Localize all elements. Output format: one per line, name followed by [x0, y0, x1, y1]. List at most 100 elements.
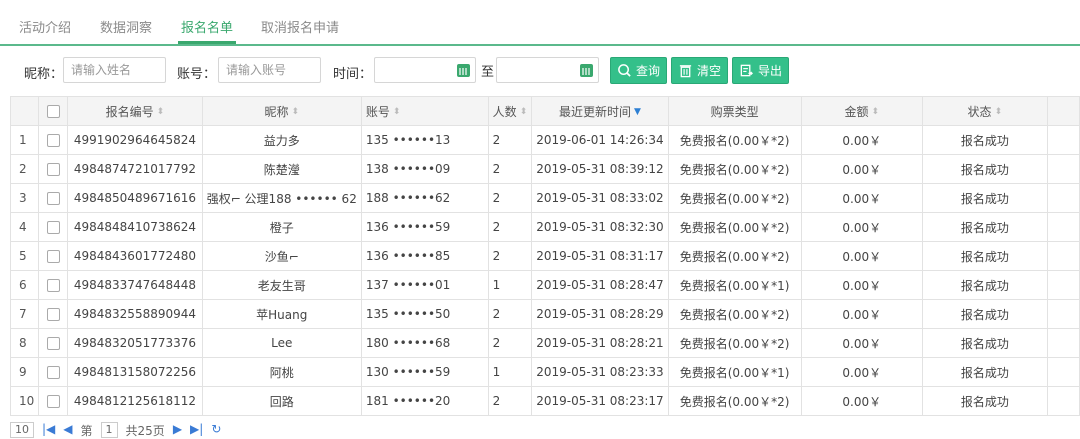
row-checkbox[interactable]	[46, 337, 60, 350]
column-header-count[interactable]: 人数 ⬍	[487, 96, 533, 126]
time-label: 时间：	[333, 67, 373, 82]
cell-nickname: 苹Huang	[201, 299, 362, 329]
table-row[interactable]: 5 4984843601772480 沙鱼⌐ 136 ••••••85 2 2019-05…	[9, 241, 1080, 271]
cell-nickname: 阿桃	[201, 357, 362, 387]
calendar-icon[interactable]	[457, 64, 470, 77]
sort-icon[interactable]: ⬍	[157, 107, 165, 117]
column-header-ticket-type[interactable]: 购票类型	[667, 96, 802, 126]
column-header-amount[interactable]: 金额 ⬍	[800, 96, 924, 126]
column-header-account[interactable]: 账号 ⬍	[360, 96, 489, 126]
cell-id: 4984848410738624	[67, 212, 203, 242]
row-checkbox-cell	[38, 357, 69, 387]
row-checkbox[interactable]	[46, 279, 60, 292]
tab-bar: 活动介绍 数据洞察 报名名单 取消报名申请	[0, 0, 1080, 46]
cell-nickname: 陈楚瀅	[201, 154, 362, 184]
sort-icon[interactable]: ⬍	[292, 107, 300, 117]
tab-data-insight[interactable]: 数据洞察	[100, 17, 152, 36]
cell-spacer	[1046, 212, 1080, 242]
column-header-updated-time[interactable]: 最近更新时间 ▼	[531, 96, 669, 126]
table-row[interactable]: 2 4984874721017792 陈楚瀅 138 ••••••09 2 2019-05…	[9, 154, 1080, 184]
cell-amount: 0.00￥	[800, 212, 924, 242]
row-checkbox-cell	[38, 328, 69, 358]
cell-count: 2	[487, 183, 533, 213]
cell-count: 1	[487, 270, 533, 300]
cell-spacer	[1046, 357, 1080, 387]
account-input[interactable]	[218, 57, 321, 83]
column-header-id[interactable]: 报名编号 ⬍	[67, 96, 203, 126]
row-checkbox[interactable]	[46, 192, 60, 205]
prev-page-icon[interactable]: ◀	[63, 422, 72, 436]
cell-count: 2	[487, 154, 533, 184]
first-page-icon[interactable]: |◀	[42, 422, 55, 436]
refresh-icon[interactable]: ↻	[211, 422, 221, 436]
cell-ticket-type: 免费报名(0.00￥*2)	[667, 386, 802, 416]
page-size-select[interactable]: 10	[10, 422, 34, 438]
export-button-label: 导出	[758, 64, 783, 78]
row-number: 8	[9, 328, 40, 358]
table-row[interactable]: 4 4984848410738624 橙子 136 ••••••59 2 2019-05-…	[9, 212, 1080, 242]
column-header-label: 状态	[967, 104, 992, 119]
table-row[interactable]: 8 4984832051773376 Lee 180 ••••••68 2 2019-05…	[9, 328, 1080, 358]
cell-account: 130 ••••••59	[360, 357, 489, 387]
clear-button[interactable]: 清空	[671, 57, 729, 84]
sort-icon[interactable]: ⬍	[393, 107, 401, 117]
tab-activity-intro[interactable]: 活动介绍	[19, 17, 71, 36]
cell-ticket-type: 免费报名(0.00￥*2)	[667, 154, 802, 184]
cell-status: 报名成功	[922, 154, 1048, 184]
cell-amount: 0.00￥	[800, 241, 924, 271]
cell-amount: 0.00￥	[800, 154, 924, 184]
select-all-checkbox[interactable]	[46, 105, 60, 118]
cell-account: 136 ••••••59	[360, 212, 489, 242]
table-row[interactable]: 3 4984850489671616 强权⌐ 公理188 •••••• 62 188 …	[9, 183, 1080, 213]
row-checkbox[interactable]	[46, 221, 60, 234]
export-button[interactable]: 导出	[732, 57, 790, 84]
cell-updated-time: 2019-05-31 08:28:47	[531, 270, 669, 300]
cell-nickname: 橙子	[201, 212, 362, 242]
cell-nickname: 益力多	[201, 125, 362, 155]
table-header-row: 报名编号 ⬍ 昵称 ⬍ 账号 ⬍ 人数 ⬍ 最近更新时间 ▼ 购票类型 金额 ⬍ 状态 ⬍	[9, 96, 1080, 126]
row-checkbox[interactable]	[46, 250, 60, 263]
sort-icon[interactable]: ⬍	[995, 107, 1003, 117]
table-row[interactable]: 7 4984832558890944 苹Huang 135 ••••••50 2 2019…	[9, 299, 1080, 329]
cell-count: 2	[487, 328, 533, 358]
tab-registration-list[interactable]: 报名名单	[177, 17, 237, 44]
tab-cancel-requests[interactable]: 取消报名申请	[261, 17, 339, 36]
last-page-icon[interactable]: ▶|	[190, 422, 203, 436]
cell-nickname: 沙鱼⌐	[201, 241, 362, 271]
cell-amount: 0.00￥	[800, 125, 924, 155]
page-number-input[interactable]: 1	[100, 422, 118, 438]
row-number: 2	[9, 154, 40, 184]
cell-account: 180 ••••••68	[360, 328, 489, 358]
cell-ticket-type: 免费报名(0.00￥*1)	[667, 357, 802, 387]
cell-updated-time: 2019-05-31 08:31:17	[531, 241, 669, 271]
cell-nickname: 强权⌐ 公理188 •••••• 62	[201, 183, 362, 213]
table-row[interactable]: 10 4984812125618112 回路 181 ••••••20 2 2019-05…	[9, 386, 1080, 416]
sort-icon[interactable]: ⬍	[520, 107, 528, 117]
nickname-input[interactable]	[63, 57, 166, 83]
sort-desc-icon[interactable]: ▼	[634, 107, 641, 117]
row-checkbox[interactable]	[46, 308, 60, 321]
row-checkbox[interactable]	[46, 395, 60, 408]
row-checkbox[interactable]	[46, 163, 60, 176]
to-label: 至	[481, 65, 495, 80]
column-header-nickname[interactable]: 昵称 ⬍	[201, 96, 362, 126]
cell-updated-time: 2019-05-31 08:28:21	[531, 328, 669, 358]
cell-spacer	[1046, 270, 1080, 300]
row-number: 3	[9, 183, 40, 213]
row-checkbox-cell	[38, 154, 69, 184]
table-row[interactable]: 6 4984833747648448 老友生哥 137 ••••••01 1 2019-0…	[9, 270, 1080, 300]
row-checkbox[interactable]	[46, 366, 60, 379]
cell-id: 4984843601772480	[67, 241, 203, 271]
sort-icon[interactable]: ⬍	[872, 107, 880, 117]
calendar-icon[interactable]	[580, 64, 593, 77]
next-page-icon[interactable]: ▶	[173, 422, 182, 436]
cell-account: 135 ••••••50	[360, 299, 489, 329]
table-row[interactable]: 1 4991902964645824 益力多 135 ••••••13 2 2019-06…	[9, 125, 1080, 155]
row-checkbox[interactable]	[46, 134, 60, 147]
cell-status: 报名成功	[922, 357, 1048, 387]
cell-id: 4991902964645824	[67, 125, 203, 155]
column-header-status[interactable]: 状态 ⬍	[922, 96, 1048, 126]
cell-nickname: 老友生哥	[201, 270, 362, 300]
query-button[interactable]: 查询	[610, 57, 668, 84]
table-row[interactable]: 9 4984813158072256 阿桃 130 ••••••59 1 2019-05-…	[9, 357, 1080, 387]
